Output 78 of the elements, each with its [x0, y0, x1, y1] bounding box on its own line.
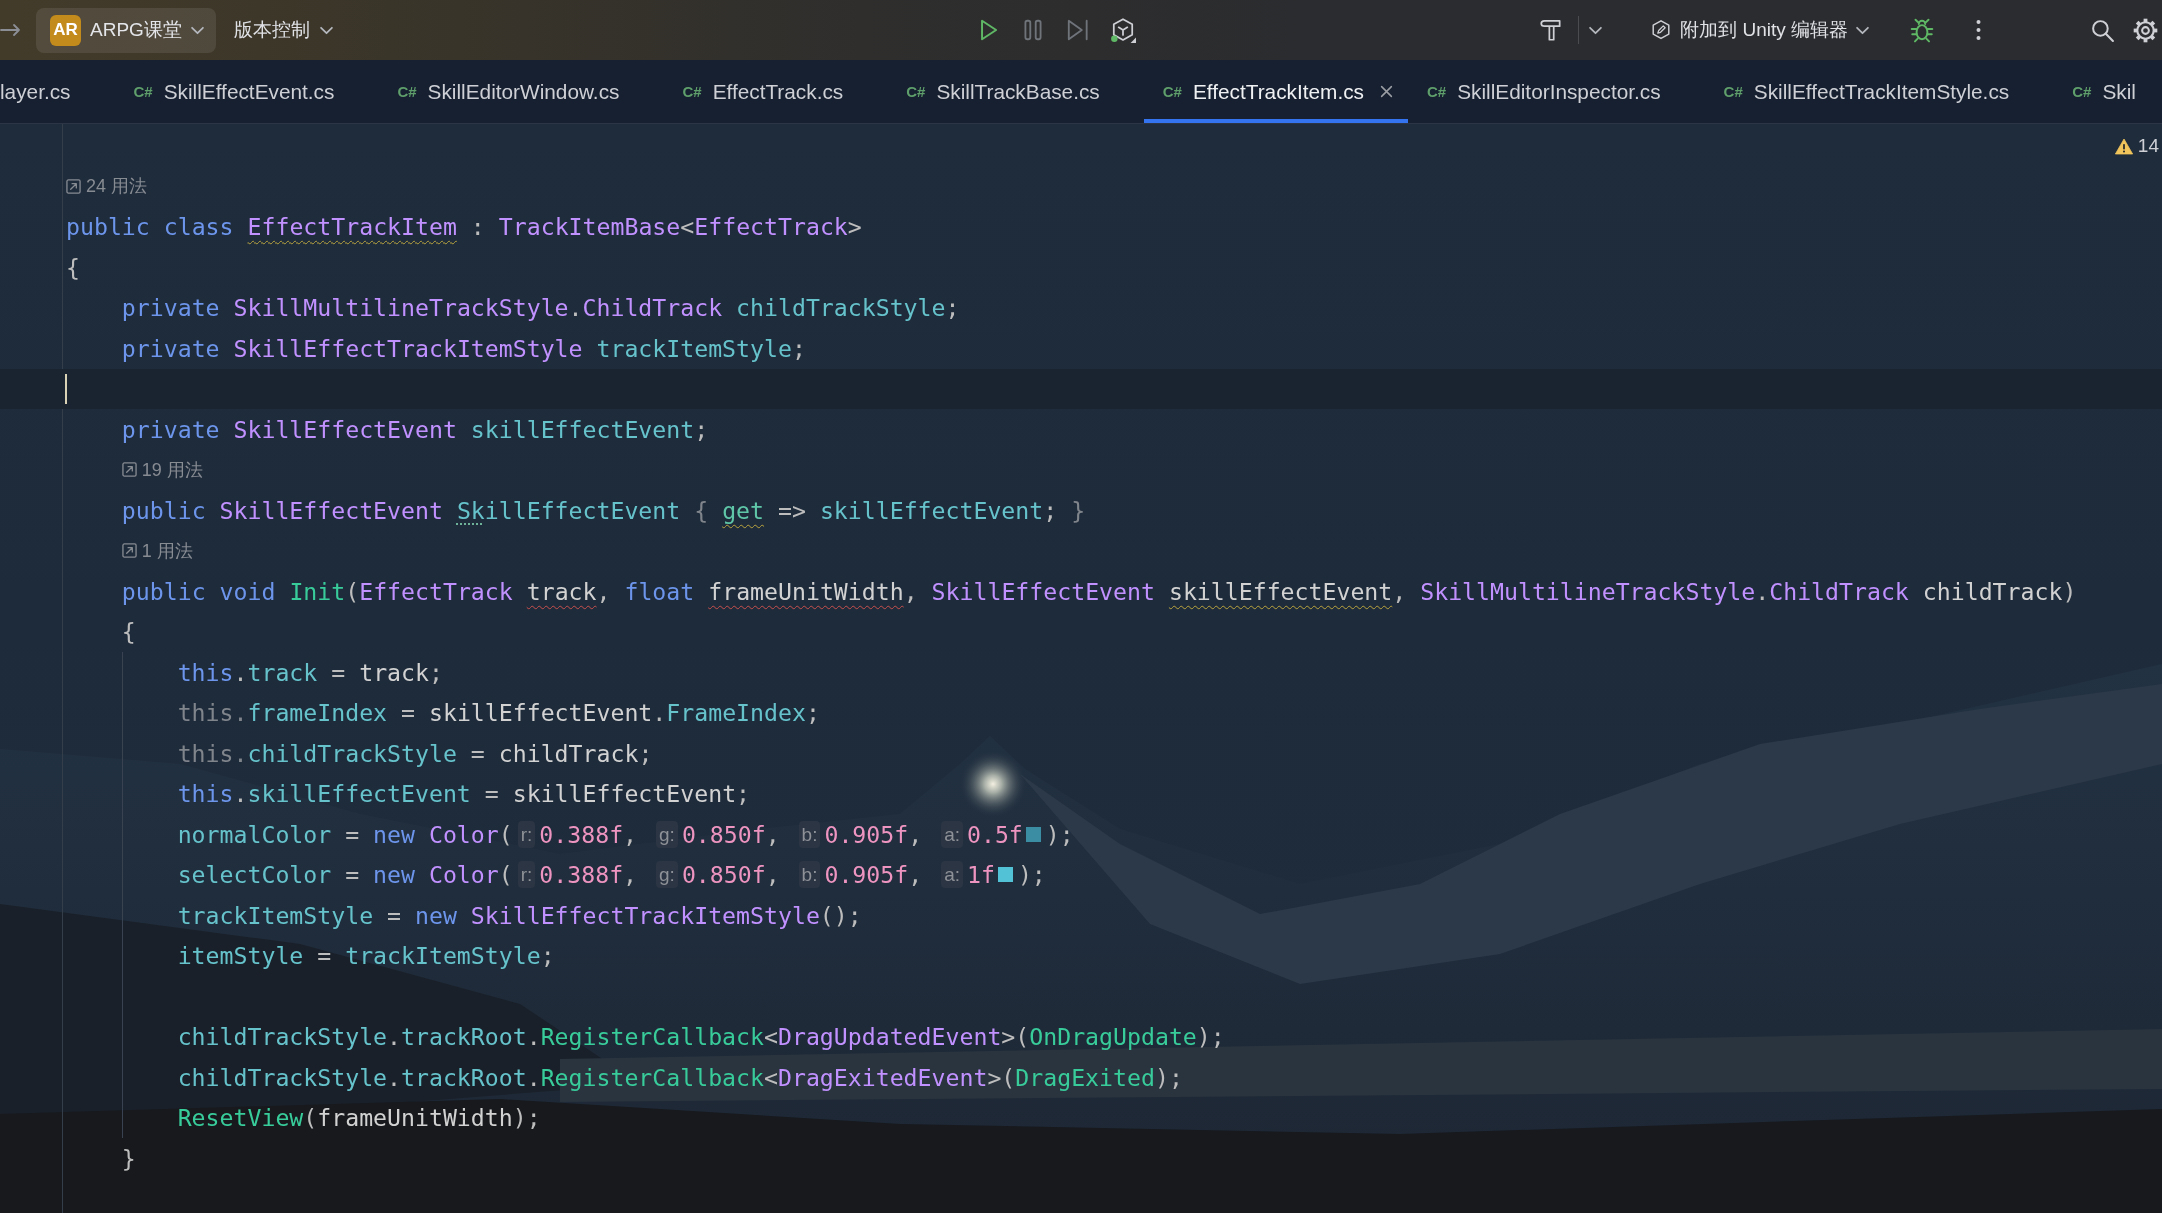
usages-link[interactable]: 24 用法	[66, 174, 148, 199]
code-text: normalColor = new Color(	[177, 820, 513, 848]
code-line: public SkillEffectEvent SkillEffectEvent { get => skillEffectEvent; }	[121, 496, 1086, 524]
editor-tab[interactable]: C# SkillEditorWindow.cs	[378, 60, 664, 123]
code-line: {	[121, 618, 136, 646]
usages-link[interactable]: 1 用法	[121, 538, 193, 563]
file-type-label: C#	[397, 83, 417, 100]
file-type-label: C#	[133, 83, 153, 100]
file-type-label: C#	[906, 83, 926, 100]
code-line: public class EffectTrackItem : TrackItemBase<EffectTrack>	[66, 213, 862, 241]
close-icon[interactable]	[1380, 85, 1393, 98]
warnings-indicator[interactable]: 14	[2110, 133, 2162, 157]
editor-tab[interactable]: C# Skil	[2053, 60, 2136, 123]
parameter-hint: b:	[798, 861, 821, 889]
bug-icon[interactable]	[1909, 17, 1935, 43]
editor-tab[interactable]: C# SkillEditorInspector.cs	[1408, 60, 1705, 123]
usages-link[interactable]: 19 用法	[121, 457, 203, 482]
editor-tab[interactable]: C# EffectTrack.cs	[663, 60, 888, 123]
parameter-hint: g:	[656, 820, 678, 848]
code-line: this.frameIndex = skillEffectEvent.FrameIndex;	[177, 699, 820, 727]
code-text: );	[1017, 861, 1046, 889]
parameter-hint: b:	[798, 820, 821, 848]
code-line: this.track = track;	[177, 658, 443, 686]
code-line: trackItemStyle = new SkillEffectTrackItemStyle();	[177, 901, 862, 929]
code-line: private SkillEffectTrackItemStyle trackItemStyle;	[121, 334, 806, 362]
code-text: 0.905f,	[824, 820, 924, 848]
file-type-label: C#	[1427, 83, 1447, 100]
more-icon[interactable]	[1975, 18, 1982, 42]
parameter-hint: a:	[941, 820, 963, 848]
project-selector[interactable]: AR ARPG课堂	[36, 7, 216, 53]
code-text: 0.388f,	[539, 861, 639, 889]
editor-tab[interactable]: C# SkillEffectTrackItemStyle.cs	[1704, 60, 2054, 123]
chevron-down-icon	[190, 25, 204, 35]
file-type-label: C#	[1162, 83, 1182, 100]
code-line: childTrackStyle.trackRoot.RegisterCallback<DragExitedEvent>(DragExited);	[177, 1063, 1183, 1091]
arrow-in-box-icon	[121, 462, 137, 478]
editor-tab[interactable]: layer.cs	[0, 60, 115, 123]
warning-icon	[2114, 137, 2133, 155]
code-line: public void Init(EffectTrack track, float frameUnitWidth, SkillEffectEvent skillEffectEvent, SkillMultilineTrackStyle.ChildTrack childTrack)	[121, 577, 2077, 605]
code-line: itemStyle = trackItemStyle;	[177, 942, 555, 970]
code-text: 0.905f,	[824, 861, 924, 889]
arrow-in-box-icon	[66, 178, 81, 194]
code-line: childTrackStyle.trackRoot.RegisterCallback<DragUpdatedEvent>(OnDragUpdate);	[177, 1023, 1225, 1051]
parameter-hint: g:	[656, 861, 678, 889]
editor-tab[interactable]: C# SkillTrackBase.cs	[887, 60, 1144, 123]
code-text: selectColor = new Color(	[177, 861, 513, 889]
chevron-down-icon	[319, 25, 333, 35]
code-line: {	[66, 253, 80, 281]
file-type-label: C#	[1723, 83, 1743, 100]
chevron-down-icon[interactable]	[1589, 25, 1603, 35]
search-icon[interactable]	[2090, 17, 2115, 43]
text-caret	[65, 373, 67, 404]
cube-icon[interactable]	[1110, 17, 1136, 43]
code-text: 0.850f,	[681, 820, 781, 848]
settings-icon[interactable]	[2132, 16, 2159, 44]
project-avatar: AR	[50, 14, 81, 46]
hexagon-pencil-icon	[1650, 19, 1673, 41]
code-line: private SkillMultilineTrackStyle.ChildTrack childTrackStyle;	[121, 294, 960, 322]
code-text: );	[1045, 820, 1074, 848]
code-text: 1f	[967, 861, 995, 889]
code-text: 0.5f	[967, 820, 1023, 848]
code-line: private SkillEffectEvent skillEffectEvent;	[121, 415, 709, 443]
vcs-menu-button[interactable]: 版本控制	[225, 10, 341, 50]
chevron-down-icon	[1856, 25, 1869, 35]
code-text: 0.388f,	[539, 820, 639, 848]
arrow-in-box-icon	[121, 543, 137, 559]
code-line: this.skillEffectEvent = skillEffectEvent;	[177, 780, 751, 808]
file-type-label: C#	[2072, 83, 2092, 100]
editor-tab[interactable]: C# EffectTrackItem.cs	[1143, 60, 1408, 123]
parameter-hint: r:	[517, 820, 536, 848]
editor-tab[interactable]: C# SkillEffectEvent.cs	[114, 60, 379, 123]
code-line: ResetView(frameUnitWidth);	[177, 1104, 541, 1132]
code-line: this.childTrackStyle = childTrack;	[177, 739, 653, 767]
code-text: 0.850f,	[681, 861, 781, 889]
run-config-selector[interactable]: 附加到 Unity 编辑器	[1644, 10, 1875, 50]
code-line: }	[121, 1144, 136, 1172]
file-type-label: C#	[682, 83, 702, 100]
parameter-hint: a:	[941, 861, 963, 889]
